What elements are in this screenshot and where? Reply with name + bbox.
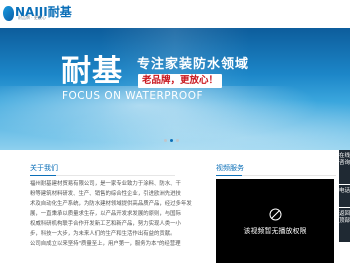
slider-dot[interactable] (164, 139, 167, 142)
about-line: 展，一直秉承以质量求生存，以产品开发求发展的原则，与国际 (30, 211, 181, 217)
side-tab-label: 在线咨询 (339, 153, 350, 166)
logo-drop-icon (3, 6, 14, 21)
logo-slogan: 耐品牌 · 更放心 (18, 15, 46, 20)
slider-dots (164, 139, 179, 142)
slider-dot-active[interactable] (170, 139, 173, 142)
video-blocked-icon (269, 208, 282, 221)
video-player[interactable]: 该视频暂无播放权限 (216, 179, 334, 263)
banner-tagline: 老品牌，更放心！ (138, 74, 223, 88)
banner-english: FOCUS ON WATERPROOF (62, 90, 203, 102)
banner-subtitle: 专注家装防水领域 (137, 57, 250, 72)
banner-title: 耐基 (61, 54, 123, 89)
video-divider-accent (216, 175, 242, 176)
side-tab-top[interactable]: 返回顶部 (339, 208, 350, 242)
about-title[interactable]: 关于我们 (30, 164, 58, 173)
side-tab-label: 返回顶部 (339, 211, 350, 224)
side-float-tabs: 在线咨询 电话 返回顶部 (339, 150, 350, 243)
side-tab-consult[interactable]: 在线咨询 (339, 150, 350, 184)
about-divider-accent (30, 175, 56, 176)
side-tab-phone[interactable]: 电话 (339, 185, 350, 207)
side-tab-label: 电话 (339, 188, 350, 194)
about-line: 权威科研机构联手合作开发新工艺和新产品，努力实现人类一小 (30, 221, 181, 227)
header: NAIJI耐基 耐品牌 · 更放心 (0, 0, 350, 28)
about-line: 步，科技一大步，为未来人们的生产和生活作出有益的贡献。 (30, 231, 176, 237)
about-line: 福州耐基建材贸易有限公司，是一家专业致力于涂料、防水、干 (30, 181, 181, 187)
about-text: 福州耐基建材贸易有限公司，是一家专业致力于涂料、防水、干 粉等建筑材料研发、生产… (30, 179, 206, 249)
about-line: 公司自成立以来坚持"质量至上，用户第一，服务为本"的经营理 (30, 241, 181, 247)
about-line: 术及自动化生产系统，为防水建材领域提供高品质产品，经过多年发 (30, 201, 192, 207)
about-line: 粉等建筑材料研发、生产、销售的综合性企业，引进欧洲先进技 (30, 191, 181, 197)
slider-dot[interactable] (176, 139, 179, 142)
video-message: 该视频暂无播放权限 (243, 227, 307, 235)
video-title[interactable]: 视频服务 (216, 164, 244, 173)
hero-banner[interactable]: 耐基 专注家装防水领域 老品牌，更放心！ FOCUS ON WATERPROOF (0, 28, 350, 150)
